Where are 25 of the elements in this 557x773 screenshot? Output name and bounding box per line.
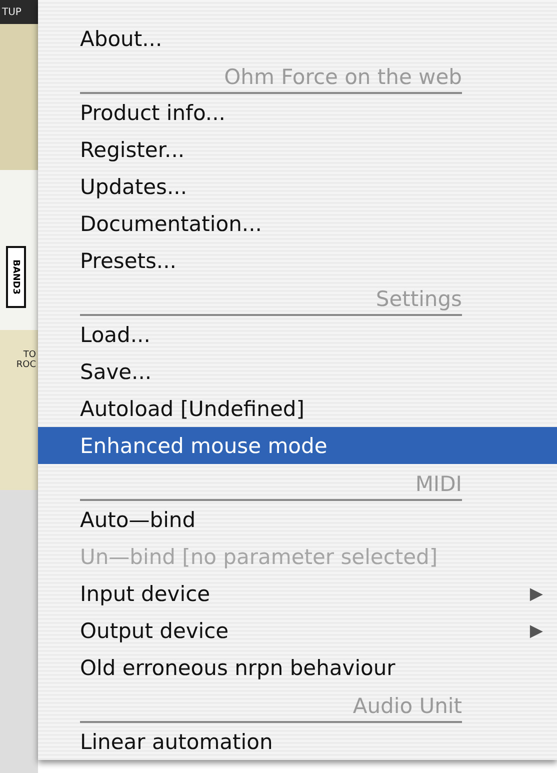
menu-section-header: Ohm Force on the web [80, 57, 462, 94]
menu-item[interactable]: Presets... [38, 242, 557, 279]
menu-item[interactable]: Save... [38, 353, 557, 390]
menu-item[interactable]: Output device ▶ [38, 612, 557, 649]
menu-item[interactable]: Documentation... [38, 205, 557, 242]
band-block: BAND3 [6, 246, 26, 308]
submenu-arrow-icon: ▶ [530, 620, 543, 640]
menu-item[interactable]: Load... [38, 316, 557, 353]
menu-item[interactable]: Linear automation [38, 723, 557, 760]
menu-item[interactable]: Auto—bind [38, 501, 557, 538]
menu-item[interactable]: Product info... [38, 94, 557, 131]
menu-item[interactable]: Register... [38, 131, 557, 168]
submenu-arrow-icon: ▶ [530, 584, 543, 604]
panel-label: TO [22, 350, 37, 360]
menu-item[interactable]: Autoload [Undefined] [38, 390, 557, 427]
menu-item[interactable]: Enhanced mouse mode [38, 427, 557, 464]
panel-header: TUP [0, 0, 38, 24]
menu-item[interactable]: Input device ▶ [38, 575, 557, 612]
menu-item[interactable]: Old erroneous nrpn behaviour [38, 649, 557, 686]
menu-item[interactable]: Updates... [38, 168, 557, 205]
panel-label: ROC [15, 360, 37, 370]
menu-section-header: MIDI [80, 464, 462, 501]
menu-section-header: Settings [80, 279, 462, 316]
menu-item[interactable]: About... [38, 20, 557, 57]
menu-section-header: Audio Unit [80, 686, 462, 723]
